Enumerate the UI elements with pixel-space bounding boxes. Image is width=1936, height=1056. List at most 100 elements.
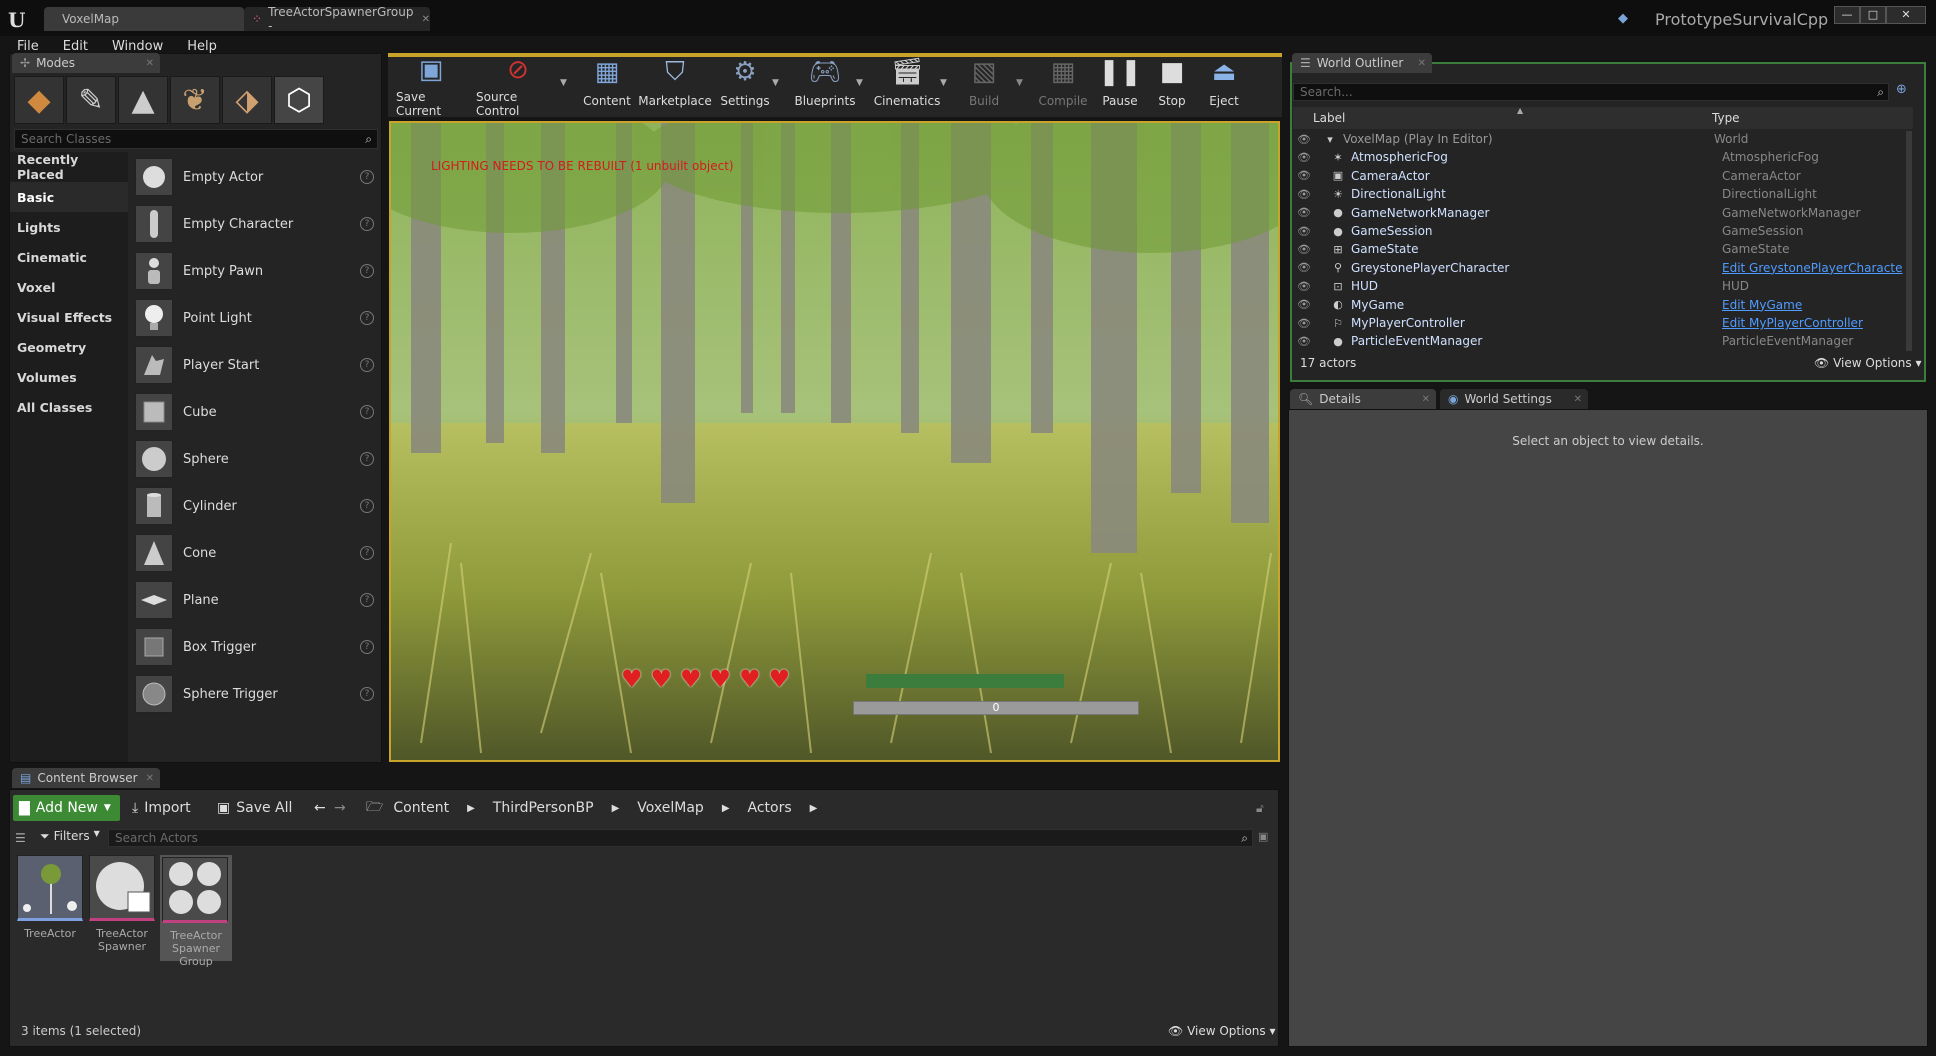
help-icon[interactable]: ? <box>360 405 374 419</box>
place-item-point-light[interactable]: Point Light? <box>130 295 380 341</box>
outliner-row[interactable]: 👁︎ ● GameSession GameSession <box>1293 222 1913 240</box>
outliner-row[interactable]: 👁︎ ✶ AtmosphericFog AtmosphericFog <box>1293 148 1913 166</box>
lock-icon[interactable]: 🔓︎ <box>1256 801 1264 816</box>
tab-content-browser[interactable]: ▤ Content Browser ✕ <box>12 768 160 788</box>
landscape-mode-button[interactable]: ▲ <box>118 76 168 124</box>
row-type[interactable]: Edit MyGame <box>1722 298 1802 312</box>
maximize-button[interactable]: □ <box>1860 6 1886 24</box>
row-type[interactable]: Edit MyPlayerController <box>1722 316 1863 330</box>
menu-edit[interactable]: Edit <box>63 39 88 54</box>
add-new-button[interactable]: ▇ Add New ▼ <box>13 795 120 821</box>
place-item-empty-character[interactable]: Empty Character? <box>130 201 380 247</box>
close-icon[interactable]: ✕ <box>146 58 154 69</box>
place-item-player-start[interactable]: Player Start? <box>130 342 380 388</box>
marketplace-button[interactable]: ⛉ Marketplace <box>638 55 712 115</box>
cinematics-button[interactable]: 🎬︎ Cinematics <box>874 55 941 115</box>
category-cinematic[interactable]: Cinematic <box>10 242 128 272</box>
outliner-scrollbar[interactable] <box>1906 131 1912 351</box>
outliner-row[interactable]: 👁︎ ◐ MyGame Edit MyGame <box>1293 296 1913 314</box>
row-type[interactable]: Edit GreystonePlayerCharacte <box>1722 261 1902 275</box>
tab-world-outliner[interactable]: ☰ World Outliner ✕ <box>1292 53 1432 73</box>
blueprints-button[interactable]: 🎮︎ Blueprints <box>792 55 858 115</box>
breadcrumb-voxelmap[interactable]: VoxelMap <box>637 800 704 816</box>
tab-details[interactable]: 🔍︎ Details ✕ <box>1290 389 1436 409</box>
category-voxel[interactable]: Voxel <box>10 272 128 302</box>
help-icon[interactable]: ? <box>360 217 374 231</box>
visibility-eye-icon[interactable]: 👁︎ <box>1293 335 1315 348</box>
close-button[interactable]: ✕ <box>1886 6 1926 24</box>
place-item-sphere[interactable]: Sphere? <box>130 436 380 482</box>
visibility-eye-icon[interactable]: 👁︎ <box>1293 133 1315 146</box>
tab-world-settings[interactable]: ◉ World Settings ✕ <box>1440 389 1588 409</box>
save-all-button[interactable]: ▣ Save All <box>217 795 292 821</box>
help-icon[interactable]: ? <box>360 499 374 513</box>
outliner-row[interactable]: 👁︎ ⚐ MyPlayerController Edit MyPlayerContro… <box>1293 314 1913 332</box>
category-basic[interactable]: Basic <box>10 182 128 212</box>
visibility-eye-icon[interactable]: 👁︎ <box>1293 206 1315 219</box>
visibility-eye-icon[interactable]: 👁︎ <box>1293 261 1315 274</box>
breadcrumb-content[interactable]: Content <box>393 800 449 816</box>
visibility-eye-icon[interactable]: 👁︎ <box>1293 317 1315 330</box>
column-label[interactable]: Label <box>1313 111 1712 125</box>
outliner-row[interactable]: 👁︎ ⊡ HUD HUD <box>1293 277 1913 295</box>
outliner-row[interactable]: 👁︎ ▣ CameraActor CameraActor <box>1293 167 1913 185</box>
visibility-eye-icon[interactable]: 👁︎ <box>1293 151 1315 164</box>
asset-treeactorspawnergroup[interactable]: TreeActor Spawner Group <box>160 855 232 968</box>
close-icon[interactable]: ✕ <box>146 773 154 784</box>
settings-button[interactable]: ⚙ Settings <box>720 55 770 115</box>
source-control-status-icon[interactable]: ◆ <box>1618 11 1628 26</box>
source-control-button[interactable]: ⊘ Source Control <box>476 55 560 118</box>
breadcrumb-thirdpersonbp[interactable]: ThirdPersonBP <box>493 800 594 816</box>
help-icon[interactable]: ? <box>360 593 374 607</box>
visibility-eye-icon[interactable]: 👁︎ <box>1293 298 1315 311</box>
visibility-eye-icon[interactable]: 👁︎ <box>1293 280 1315 293</box>
stop-button[interactable]: ■ Stop <box>1152 55 1192 115</box>
visibility-eye-icon[interactable]: 👁︎ <box>1293 169 1315 182</box>
outliner-row[interactable]: 👁︎ ☀ DirectionalLight DirectionalLight <box>1293 185 1913 203</box>
mesh-paint-mode-button[interactable]: ⬗ <box>222 76 272 124</box>
foliage-mode-button[interactable]: ❦ <box>170 76 220 124</box>
help-icon[interactable]: ? <box>360 358 374 372</box>
add-filter-icon[interactable]: ⊕ <box>1896 82 1907 97</box>
outliner-row[interactable]: 👁︎ ▾ VoxelMap (Play In Editor) World <box>1293 130 1913 148</box>
outliner-view-options[interactable]: 👁︎ View Options ▾ <box>1814 356 1922 370</box>
chevron-right-icon[interactable]: ▶ <box>467 803 475 814</box>
outliner-row[interactable]: 👁︎ ⊞ GameState GameState <box>1293 240 1913 258</box>
visibility-eye-icon[interactable]: 👁︎ <box>1293 225 1315 238</box>
game-viewport[interactable]: LIGHTING NEEDS TO BE REBUILT (1 unbuilt … <box>389 121 1280 762</box>
menu-file[interactable]: File <box>17 39 39 54</box>
close-icon[interactable]: ✕ <box>1422 394 1430 405</box>
filters-button[interactable]: ⏷ Filters ▼ <box>40 829 100 844</box>
column-type[interactable]: Type <box>1712 111 1740 125</box>
geometry-mode-button[interactable]: ⬡ <box>274 76 324 124</box>
outliner-row[interactable]: 👁︎ ⚲ GreystonePlayerCharacter Edit Greyston… <box>1293 259 1913 277</box>
source-control-dropdown-icon[interactable]: ▼ <box>560 78 567 88</box>
place-mode-button[interactable]: ◆ <box>14 76 64 124</box>
category-visual-effects[interactable]: Visual Effects <box>10 302 128 332</box>
tab-treeactorspawnergroup[interactable]: ⁘ TreeActorSpawnerGroup - ✕ <box>244 5 430 33</box>
pause-button[interactable]: ❚❚ Pause <box>1098 55 1142 115</box>
category-geometry[interactable]: Geometry <box>10 332 128 362</box>
place-item-empty-actor[interactable]: Empty Actor? <box>130 154 380 200</box>
place-item-cone[interactable]: Cone? <box>130 530 380 576</box>
place-item-box-trigger[interactable]: Box Trigger? <box>130 624 380 670</box>
save-current-button[interactable]: ▣ Save Current <box>396 55 466 118</box>
search-actors-input[interactable]: Search Actors ⌕ <box>108 829 1253 847</box>
visibility-eye-icon[interactable]: 👁︎ <box>1293 188 1315 201</box>
help-icon[interactable]: ? <box>360 687 374 701</box>
help-icon[interactable]: ? <box>360 452 374 466</box>
content-view-options[interactable]: 👁︎ View Options ▾ <box>1168 1024 1276 1038</box>
paint-mode-button[interactable]: ✎ <box>66 76 116 124</box>
tab-modes[interactable]: ✢ Modes ✕ <box>12 53 160 73</box>
import-button[interactable]: ⤓ Import <box>132 795 191 821</box>
sources-toggle-icon[interactable]: ☰ <box>15 831 26 845</box>
chevron-right-icon[interactable]: ▶ <box>612 803 620 814</box>
asset-treeactorspawner[interactable]: TreeActor Spawner <box>89 855 155 953</box>
save-search-icon[interactable]: ▣ <box>1258 830 1268 843</box>
breadcrumb-actors[interactable]: Actors <box>748 800 792 816</box>
menu-help[interactable]: Help <box>187 39 217 54</box>
outliner-row[interactable]: 👁︎ ● GameNetworkManager GameNetworkManager <box>1293 204 1913 222</box>
place-item-cylinder[interactable]: Cylinder? <box>130 483 380 529</box>
menu-window[interactable]: Window <box>112 39 163 54</box>
help-icon[interactable]: ? <box>360 311 374 325</box>
